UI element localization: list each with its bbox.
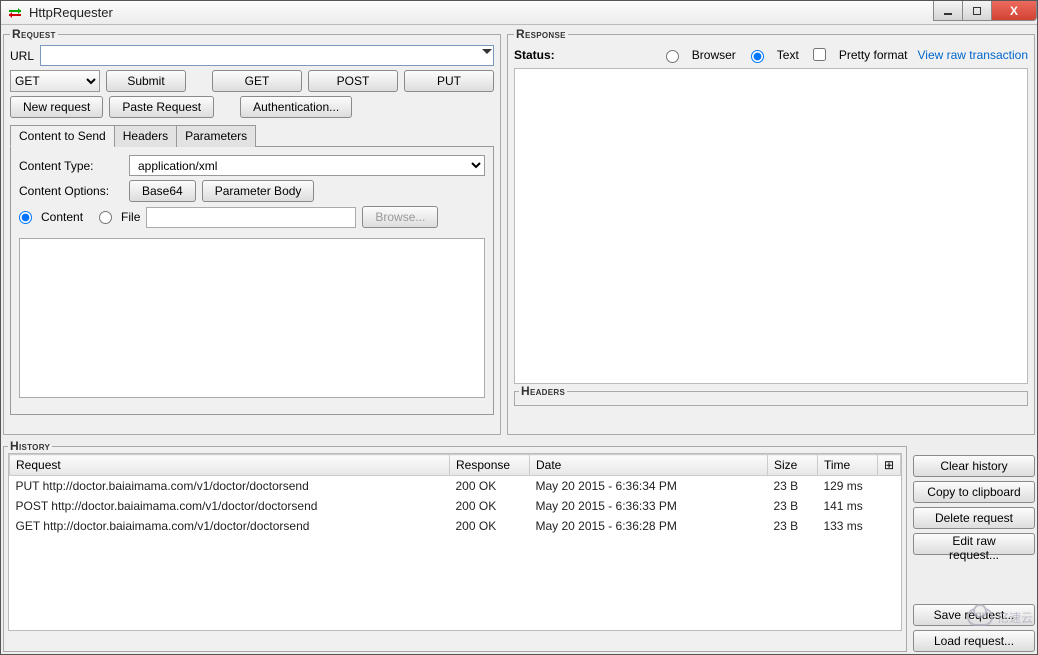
browser-mode-radio[interactable] (666, 50, 679, 63)
content-type-select[interactable]: application/xml (129, 155, 485, 176)
content-type-label: Content Type: (19, 159, 123, 173)
close-button[interactable]: X (991, 1, 1037, 21)
response-legend: Response (514, 27, 568, 41)
col-date[interactable]: Date (530, 455, 768, 476)
request-panel: Request URL GET Submit GET POST (3, 27, 501, 435)
view-raw-link[interactable]: View raw transaction (918, 48, 1029, 62)
tab-content-to-send[interactable]: Content to Send (10, 125, 115, 147)
app-title: HttpRequester (29, 5, 113, 20)
browse-button[interactable]: Browse... (362, 206, 438, 228)
request-legend: Request (10, 27, 58, 41)
delete-request-button[interactable]: Delete request (913, 507, 1035, 529)
col-request[interactable]: Request (10, 455, 450, 476)
response-headers-legend: Headers (519, 384, 567, 398)
col-response[interactable]: Response (450, 455, 530, 476)
request-tabs: Content to Send Headers Parameters (10, 124, 494, 147)
response-headers-panel: Headers (514, 384, 1028, 406)
quick-get-button[interactable]: GET (212, 70, 302, 92)
table-row[interactable]: PUT http://doctor.baiaimama.com/v1/docto… (10, 476, 901, 497)
save-request-button[interactable]: Save request... (913, 604, 1035, 626)
url-label: URL (10, 49, 34, 63)
content-options-label: Content Options: (19, 184, 123, 198)
table-row[interactable]: POST http://doctor.baiaimama.com/v1/doct… (10, 496, 901, 516)
submit-button[interactable]: Submit (106, 70, 186, 92)
tab-content-panel: Content Type: application/xml Content Op… (10, 147, 494, 415)
pretty-format-checkbox[interactable] (813, 48, 826, 61)
minimize-button[interactable] (933, 1, 963, 21)
history-legend: History (8, 439, 52, 453)
content-radio-label: Content (41, 210, 83, 224)
content-radio[interactable] (19, 211, 32, 224)
quick-post-button[interactable]: POST (308, 70, 398, 92)
file-radio[interactable] (99, 211, 112, 224)
method-select[interactable]: GET (10, 70, 100, 92)
browser-mode-label: Browser (692, 48, 736, 62)
quick-put-button[interactable]: PUT (404, 70, 494, 92)
response-body[interactable] (514, 68, 1028, 384)
edit-raw-request-button[interactable]: Edit raw request... (913, 533, 1035, 555)
authentication-button[interactable]: Authentication... (240, 96, 352, 118)
parameter-body-button[interactable]: Parameter Body (202, 180, 315, 202)
file-radio-label: File (121, 210, 140, 224)
base64-button[interactable]: Base64 (129, 180, 196, 202)
history-side-buttons: Clear history Copy to clipboard Delete r… (913, 439, 1035, 652)
status-label: Status: (514, 48, 555, 62)
text-mode-label: Text (777, 48, 799, 62)
history-panel: History Request Response Date Size Time … (3, 439, 907, 652)
request-body-textarea[interactable] (19, 238, 485, 398)
maximize-button[interactable] (962, 1, 992, 21)
clear-history-button[interactable]: Clear history (913, 455, 1035, 477)
new-request-button[interactable]: New request (10, 96, 103, 118)
table-row[interactable]: GET http://doctor.baiaimama.com/v1/docto… (10, 516, 901, 536)
col-time[interactable]: Time (817, 455, 877, 476)
tab-headers[interactable]: Headers (114, 125, 177, 147)
copy-clipboard-button[interactable]: Copy to clipboard (913, 481, 1035, 503)
col-picker[interactable]: ⊞ (877, 455, 900, 476)
app-window: HttpRequester X Request URL GET (0, 0, 1038, 655)
response-panel: Response Status: Browser Text Pretty for… (507, 27, 1035, 435)
titlebar[interactable]: HttpRequester X (1, 1, 1037, 25)
paste-request-button[interactable]: Paste Request (109, 96, 214, 118)
load-request-button[interactable]: Load request... (913, 630, 1035, 652)
text-mode-radio[interactable] (751, 50, 764, 63)
app-icon (7, 5, 23, 21)
col-size[interactable]: Size (767, 455, 817, 476)
url-input[interactable] (40, 45, 494, 66)
history-table[interactable]: Request Response Date Size Time ⊞ PUT ht… (9, 454, 901, 536)
pretty-format-label: Pretty format (839, 48, 908, 62)
file-path-input[interactable] (146, 207, 356, 228)
tab-parameters[interactable]: Parameters (176, 125, 256, 147)
